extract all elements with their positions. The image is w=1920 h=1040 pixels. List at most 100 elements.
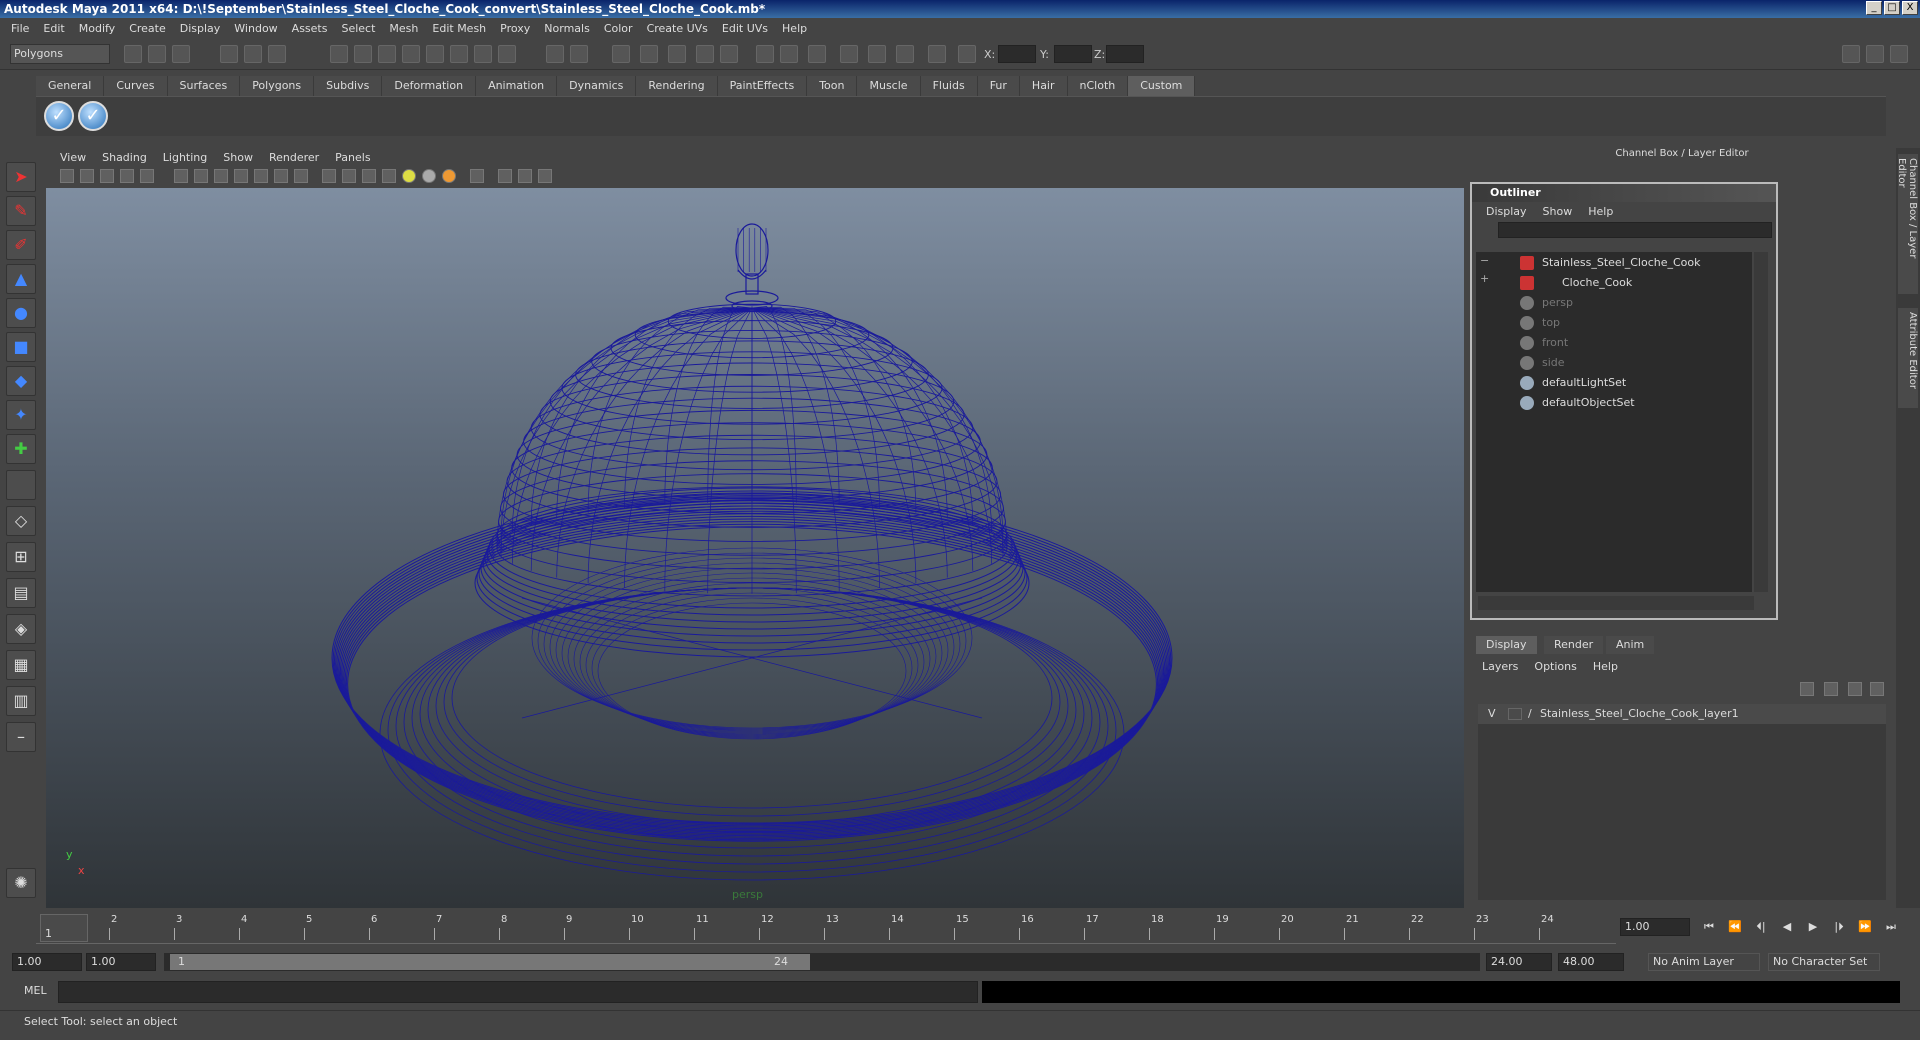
menu-edit-mesh[interactable]: Edit Mesh (425, 22, 493, 35)
hypershade-icon[interactable] (696, 45, 714, 63)
shelf-tab-deformation[interactable]: Deformation (382, 76, 477, 96)
shelf-tab-dynamics[interactable]: Dynamics (557, 76, 637, 96)
xray-icon[interactable] (498, 169, 512, 183)
step-forward-frame-button[interactable]: |⏵ (1828, 920, 1850, 936)
render-view-icon[interactable] (720, 45, 738, 63)
vp-menu-shading[interactable]: Shading (94, 151, 155, 164)
animation-end-field[interactable]: 48.00 (1558, 953, 1624, 971)
persp-graph-layout-icon[interactable]: ◈ (6, 614, 36, 644)
layer-visibility-toggle[interactable]: V (1488, 704, 1496, 724)
menu-select[interactable]: Select (334, 22, 382, 35)
new-layer-selected-icon[interactable] (1800, 682, 1814, 696)
camera-attr-icon[interactable] (80, 169, 94, 183)
menu-display[interactable]: Display (173, 22, 228, 35)
step-back-key-button[interactable]: ⏪ (1724, 920, 1746, 936)
shelf-tab-subdivs[interactable]: Subdivs (314, 76, 383, 96)
image-plane-icon[interactable] (120, 169, 134, 183)
close-button[interactable]: X (1902, 1, 1918, 15)
resolution-gate-icon[interactable] (214, 169, 228, 183)
channel-box-icon[interactable] (868, 45, 886, 63)
menu-create[interactable]: Create (122, 22, 173, 35)
outliner-horizontal-scrollbar[interactable] (1478, 596, 1754, 610)
outliner-item[interactable]: top (1476, 314, 1736, 332)
side-tab-channel-box[interactable]: Channel Box / Layer Editor (1896, 154, 1918, 294)
snap-plane-icon[interactable] (402, 45, 420, 63)
construction-history-icon[interactable] (474, 45, 492, 63)
playback-end-field[interactable]: 24.00 (1486, 953, 1552, 971)
current-frame-field[interactable]: 1.00 (1620, 918, 1690, 936)
layer-editor-icon[interactable] (896, 45, 914, 63)
range-slider-handle[interactable]: 1 24 (170, 954, 810, 970)
outliner-filter-field[interactable] (1498, 222, 1772, 238)
tool-settings-icon[interactable] (840, 45, 858, 63)
smooth-shade-icon[interactable] (342, 169, 356, 183)
side-tab-attribute-editor[interactable]: Attribute Editor (1898, 308, 1918, 408)
vp-menu-lighting[interactable]: Lighting (155, 151, 215, 164)
bookmark-icon[interactable] (100, 169, 114, 183)
toggle-attribute-icon[interactable] (1866, 45, 1884, 63)
field-chart-icon[interactable] (254, 169, 268, 183)
shelf-tab-muscle[interactable]: Muscle (857, 76, 921, 96)
manipulator-icon[interactable]: ◆ (6, 366, 36, 396)
persp-outliner-layout-icon[interactable]: ▤ (6, 578, 36, 608)
wireframe-on-shaded-icon[interactable] (362, 169, 376, 183)
shelf-tab-rendering[interactable]: Rendering (636, 76, 718, 96)
go-to-start-button[interactable]: ⏮ (1698, 920, 1720, 936)
output-line-icon[interactable] (780, 45, 798, 63)
hud-icon[interactable] (538, 169, 552, 183)
scripts-icon[interactable]: ✺ (6, 868, 36, 898)
menu-edit-uvs[interactable]: Edit UVs (715, 22, 775, 35)
ipr-render-icon[interactable] (640, 45, 658, 63)
make-live-icon[interactable] (426, 45, 444, 63)
layer-tab-render[interactable]: Render (1544, 636, 1604, 654)
anim-layer-dropdown[interactable]: No Anim Layer (1648, 953, 1760, 971)
new-layer-icon[interactable] (1824, 682, 1838, 696)
input-line-icon[interactable] (756, 45, 774, 63)
vp-menu-panels[interactable]: Panels (327, 151, 378, 164)
textured-icon[interactable] (382, 169, 396, 183)
shelf-tab-animation[interactable]: Animation (476, 76, 558, 96)
lasso-tool-icon[interactable]: ✎ (6, 196, 36, 226)
shelf-tab-surfaces[interactable]: Surfaces (167, 76, 241, 96)
grid-icon[interactable] (174, 169, 188, 183)
shelf-tab-painteffects[interactable]: PaintEffects (717, 76, 808, 96)
range-slider[interactable]: 1 24 (164, 953, 1480, 971)
layer-row[interactable]: V / Stainless_Steel_Cloche_Cook_layer1 (1478, 704, 1886, 724)
step-back-frame-button[interactable]: ⏴| (1750, 920, 1772, 936)
vp-menu-renderer[interactable]: Renderer (261, 151, 327, 164)
rotate-tool-icon[interactable]: ● (6, 298, 36, 328)
vp-menu-show[interactable]: Show (215, 151, 261, 164)
layer-tab-display[interactable]: Display (1476, 636, 1537, 654)
empty-slot-icon[interactable] (6, 470, 36, 500)
mel-input[interactable] (58, 981, 978, 1003)
single-perspective-layout-icon[interactable]: ◇ (6, 506, 36, 536)
outliner-item[interactable]: defaultObjectSet (1476, 394, 1736, 412)
soft-mod-icon[interactable]: ✦ (6, 400, 36, 430)
snap-toggle-icon[interactable] (928, 45, 946, 63)
film-gate-icon[interactable] (194, 169, 208, 183)
select-component-icon[interactable] (268, 45, 286, 63)
all-lights-icon[interactable] (422, 169, 436, 183)
shadows-icon[interactable] (442, 169, 456, 183)
menu-help[interactable]: Help (775, 22, 814, 35)
two-d-pan-icon[interactable] (140, 169, 154, 183)
menu-edit[interactable]: Edit (36, 22, 71, 35)
outliner-item[interactable]: persp (1476, 294, 1736, 312)
camera-select-icon[interactable] (60, 169, 74, 183)
maximize-button[interactable]: □ (1884, 1, 1900, 15)
layer-menu-help[interactable]: Help (1593, 660, 1618, 673)
show-attribute-icon[interactable] (808, 45, 826, 63)
shelf-tab-fluids[interactable]: Fluids (920, 76, 978, 96)
last-tool-icon[interactable]: ✚ (6, 434, 36, 464)
menu-create-uvs[interactable]: Create UVs (640, 22, 715, 35)
add-to-layer-icon[interactable] (1848, 682, 1862, 696)
wireframe-icon[interactable] (322, 169, 336, 183)
outliner-vertical-scrollbar[interactable] (1754, 252, 1768, 592)
shelf-tab-polygons[interactable]: Polygons (240, 76, 315, 96)
shelf-tab-toon[interactable]: Toon (807, 76, 858, 96)
layer-color-swatch[interactable]: / (1528, 704, 1532, 724)
isolate-select-icon[interactable] (470, 169, 484, 183)
menu-normals[interactable]: Normals (537, 22, 597, 35)
custom-shelf-check-icon[interactable]: ✓ (44, 101, 74, 131)
save-scene-icon[interactable] (172, 45, 190, 63)
